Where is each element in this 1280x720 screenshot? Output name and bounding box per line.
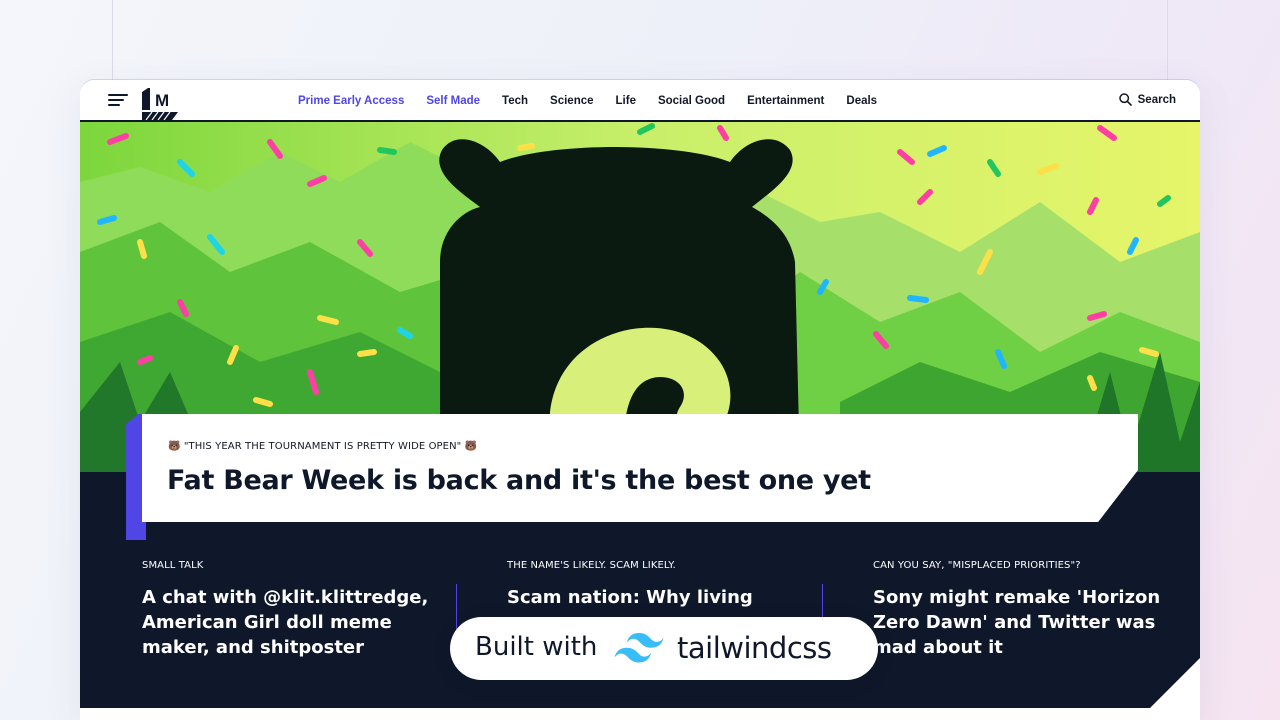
hamburger-menu-icon[interactable] [108,94,128,108]
nav-link-prime-early-access[interactable]: Prime Early Access [298,95,404,107]
story-tag: CAN YOU SAY, "MISPLACED PRIORITIES"? [873,560,1081,571]
story-tag: THE NAME'S LIKELY. SCAM LIKELY. [507,560,676,571]
nav-link-life[interactable]: Life [616,95,636,107]
nav-link-self-made[interactable]: Self Made [426,95,480,107]
search-button[interactable]: Search [1118,93,1176,106]
badge-prefix: Built with [475,632,598,662]
nav-link-tech[interactable]: Tech [502,95,528,107]
headline-card[interactable]: 🐻 "THIS YEAR THE TOURNAMENT IS PRETTY WI… [142,414,1138,522]
logo-letter: M [155,91,169,110]
nav-link-entertainment[interactable]: Entertainment [747,95,824,107]
nav-link-social-good[interactable]: Social Good [658,95,725,107]
story-title[interactable]: Scam nation: Why living [507,585,807,610]
story-title[interactable]: Sony might remake 'Horizon Zero Dawn' an… [873,585,1173,660]
headline-kicker: 🐻 "THIS YEAR THE TOURNAMENT IS PRETTY WI… [168,441,478,452]
page-bottom [80,708,1200,720]
badge-brand: tailwindcss [677,631,832,665]
built-with-badge[interactable]: Built with tailwindcss [450,617,878,680]
guide-line-right [1167,0,1168,80]
nav-link-science[interactable]: Science [550,95,593,107]
site-logo[interactable]: M [142,88,178,121]
story-card[interactable]: THE NAME'S LIKELY. SCAM LIKELY. Scam nat… [507,560,807,610]
corner-cut [1150,658,1200,708]
story-tag: SMALL TALK [142,560,204,571]
search-label: Search [1137,93,1176,106]
tailwind-logo-icon [614,633,664,663]
guide-line-left [112,0,113,80]
story-title[interactable]: A chat with @klit.klittredge, American G… [142,585,442,660]
story-card[interactable]: CAN YOU SAY, "MISPLACED PRIORITIES"? Son… [873,560,1173,660]
story-card[interactable]: SMALL TALK A chat with @klit.klittredge,… [142,560,442,660]
nav-link-deals[interactable]: Deals [846,95,877,107]
primary-nav: Prime Early Access Self Made Tech Scienc… [298,80,877,122]
headline-title[interactable]: Fat Bear Week is back and it's the best … [167,465,871,496]
search-icon [1118,93,1132,106]
site-header: M Prime Early Access Self Made Tech Scie… [80,80,1200,122]
